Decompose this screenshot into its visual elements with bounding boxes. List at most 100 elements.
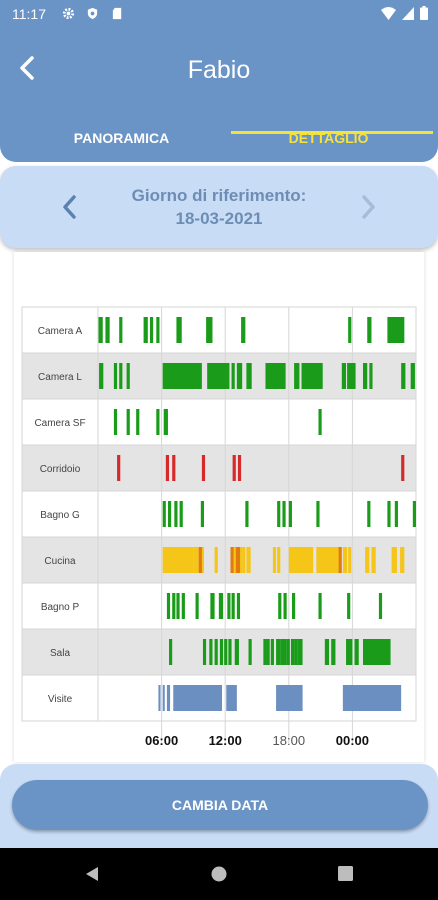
event-bar [363, 363, 368, 389]
event-bar [367, 317, 372, 343]
event-bar [301, 363, 323, 389]
event-bar [165, 455, 170, 481]
back-triangle-icon[interactable] [84, 866, 100, 882]
event-bar-dark [198, 547, 202, 573]
event-bar [98, 317, 103, 343]
event-bar [283, 639, 287, 665]
event-bar [113, 409, 118, 435]
event-bar [266, 639, 270, 665]
event-bar-dark [338, 547, 342, 573]
event-bar [401, 363, 406, 389]
event-bar [276, 685, 303, 711]
tick-label: 12:00 [209, 733, 242, 748]
event-bar [316, 547, 341, 573]
event-bar [288, 501, 292, 527]
status-time: 11:17 [12, 6, 46, 22]
row-label: Bagno P [41, 602, 80, 613]
row-label: Bagno G [40, 510, 80, 521]
event-bar [201, 455, 206, 481]
home-circle-icon[interactable] [211, 866, 227, 882]
event-bar [277, 547, 281, 573]
event-bar [226, 685, 237, 711]
event-bar [270, 639, 274, 665]
tab-bar: PANORAMICA DETTAGLIO [0, 124, 438, 162]
event-bar [214, 547, 218, 573]
event-bar [346, 639, 353, 665]
timeline-row-bg [22, 445, 416, 491]
event-bar [162, 501, 166, 527]
event-bar [348, 547, 352, 573]
row-label: Camera L [38, 372, 82, 383]
row-label: Sala [50, 648, 70, 659]
event-bar [206, 317, 213, 343]
event-bar [162, 363, 202, 389]
event-bar [331, 639, 336, 665]
tick-label: 06:00 [145, 733, 178, 748]
system-nav-bar [0, 848, 438, 900]
status-bar: 11:17 [0, 0, 438, 28]
page-title: Fabio [187, 56, 251, 84]
shield-icon [87, 7, 98, 20]
event-bar [394, 501, 398, 527]
event-bar [354, 639, 359, 665]
event-bar [202, 639, 207, 665]
event-bar [276, 639, 281, 665]
event-bar [324, 639, 330, 665]
event-bar [348, 317, 352, 343]
event-bar [234, 639, 239, 665]
event-bar [136, 409, 140, 435]
row-label: Cucina [44, 556, 76, 567]
event-bar [294, 363, 300, 389]
event-bar [166, 685, 171, 711]
event-bar [143, 317, 148, 343]
event-bar [162, 685, 165, 711]
tab-dettaglio[interactable]: DETTAGLIO [219, 124, 438, 162]
event-bar [410, 363, 415, 389]
event-bar [117, 455, 121, 481]
event-bar [163, 409, 168, 435]
chart-panel: Camera A Camera L Camera SF Corridoio Bagno … [14, 252, 424, 762]
event-bar [387, 501, 391, 527]
event-bar [195, 593, 199, 619]
event-bar [288, 547, 314, 573]
event-bar [278, 593, 282, 619]
event-bar [167, 501, 172, 527]
recents-square-icon[interactable] [338, 866, 353, 881]
event-bar [347, 363, 356, 389]
event-bar [265, 363, 286, 389]
event-bar [227, 593, 231, 619]
event-bar [342, 685, 402, 711]
event-bar [272, 547, 277, 573]
event-bar [286, 639, 290, 665]
event-bar [172, 455, 176, 481]
event-bar [387, 317, 405, 343]
event-bar [241, 317, 246, 343]
event-bar [232, 455, 236, 481]
event-bar [277, 501, 281, 527]
change-date-button[interactable]: CAMBIA DATA [12, 780, 428, 830]
event-bar [378, 593, 383, 619]
event-bar [400, 547, 405, 573]
event-bar [246, 547, 251, 573]
event-bar [318, 593, 322, 619]
event-bar [200, 501, 204, 527]
event-bar [248, 639, 252, 665]
event-bar [166, 593, 171, 619]
event-bar [236, 593, 241, 619]
event-bar [291, 593, 296, 619]
event-bar [347, 593, 351, 619]
event-bar [237, 455, 242, 481]
tab-panoramica[interactable]: PANORAMICA [12, 124, 231, 162]
event-bar [365, 547, 370, 573]
event-bar [210, 593, 215, 619]
timeline-row-bg [22, 537, 416, 583]
event-bar [297, 639, 303, 665]
event-bar [113, 363, 118, 389]
event-bar [126, 363, 130, 389]
battery-icon [420, 6, 428, 20]
event-bar [99, 363, 104, 389]
next-day-button[interactable] [356, 192, 380, 222]
event-bar [214, 639, 218, 665]
event-bar [126, 409, 130, 435]
event-bar [176, 593, 180, 619]
